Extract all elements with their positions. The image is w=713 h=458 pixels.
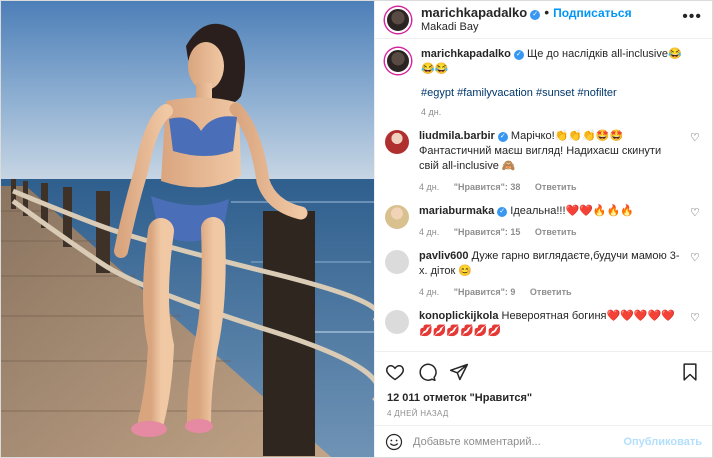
comments-list[interactable]: marichkapadalko ✓ Ще до наслідків all-inc… (375, 39, 712, 351)
commenter-avatar[interactable] (385, 205, 409, 229)
add-comment-bar: Опубликовать (375, 425, 712, 457)
instagram-post: marichkapadalko ✓ • Подписаться Makadi Bay … (0, 0, 713, 458)
emoji-smile-icon[interactable] (385, 433, 403, 451)
comment-bubble-icon[interactable] (417, 362, 437, 382)
comment-time[interactable]: 4 дн. (419, 227, 439, 237)
commenter-avatar[interactable] (385, 310, 409, 334)
comment-text: Ідеальна!!!❤️❤️🔥🔥🔥 (510, 205, 634, 217)
likes-count[interactable]: 12 011 отметок "Нравится" (375, 391, 712, 405)
commenter-avatar[interactable] (385, 130, 409, 154)
more-options-icon[interactable]: ••• (682, 8, 702, 26)
comment-like-heart-icon[interactable]: ♡ (690, 311, 700, 324)
comment-likes[interactable]: "Нравится": 15 (454, 227, 521, 237)
reply-button[interactable]: Ответить (530, 287, 572, 297)
share-send-icon[interactable] (449, 362, 469, 382)
author-username[interactable]: marichkapadalko (421, 5, 527, 20)
caption-author-avatar[interactable] (385, 48, 411, 74)
publish-button[interactable]: Опубликовать (623, 436, 702, 448)
separator-dot: • (544, 4, 550, 20)
verified-badge-icon: ✓ (530, 10, 541, 20)
commenter-avatar[interactable] (385, 250, 409, 274)
comment-item: mariaburmaka ✓ Ідеальна!!!❤️❤️🔥🔥🔥 4 дн. "… (385, 204, 700, 237)
reply-button[interactable]: Ответить (535, 227, 577, 237)
caption: marichkapadalko ✓ Ще до наслідків all-inc… (385, 47, 700, 117)
comment-likes[interactable]: "Нравится": 38 (454, 182, 521, 192)
comment-input[interactable] (413, 435, 624, 448)
commenter-username[interactable]: mariaburmaka (419, 205, 494, 217)
comment-item: konoplickijkola Невероятная богиня❤️❤️❤️… (385, 309, 700, 339)
verified-badge-icon: ✓ (513, 50, 524, 60)
photo-illustration (1, 1, 374, 457)
caption-time[interactable]: 4 дн. (421, 107, 441, 117)
comment-like-heart-icon[interactable]: ♡ (690, 206, 700, 219)
comment-like-heart-icon[interactable]: ♡ (690, 131, 700, 144)
comment-item: pavliv600 Дуже гарно виглядаєте,будучи м… (385, 249, 700, 297)
caption-username[interactable]: marichkapadalko (421, 48, 511, 60)
commenter-username[interactable]: pavliv600 (419, 250, 469, 262)
post-side-panel: marichkapadalko ✓ • Подписаться Makadi Bay … (374, 1, 712, 457)
follow-button[interactable]: Подписаться (553, 6, 631, 20)
caption-hashtags[interactable]: #egypt #familyvacation #sunset #nofilter (421, 87, 682, 99)
author-avatar[interactable] (385, 6, 411, 33)
comment-time[interactable]: 4 дн. (419, 287, 439, 297)
comment-item: liudmila.barbir ✓ Марічко!👏👏👏🤩🤩 Фантастич… (385, 129, 700, 192)
comment-like-heart-icon[interactable]: ♡ (690, 251, 700, 264)
like-heart-icon[interactable] (385, 362, 405, 382)
reply-button[interactable]: Ответить (535, 182, 577, 192)
post-actions (375, 351, 712, 391)
verified-badge-icon: ✓ (497, 132, 508, 142)
commenter-username[interactable]: konoplickijkola (419, 310, 498, 322)
post-location[interactable]: Makadi Bay (421, 20, 632, 34)
post-header: marichkapadalko ✓ • Подписаться Makadi Bay … (375, 1, 712, 39)
comment-time[interactable]: 4 дн. (419, 182, 439, 192)
comment-likes[interactable]: "Нравится": 9 (454, 287, 516, 297)
bookmark-icon[interactable] (680, 362, 700, 382)
post-date[interactable]: 4 ДНЕЙ НАЗАД (375, 409, 712, 425)
commenter-username[interactable]: liudmila.barbir (419, 130, 495, 142)
post-photo[interactable] (1, 1, 374, 457)
verified-badge-icon: ✓ (497, 207, 508, 217)
